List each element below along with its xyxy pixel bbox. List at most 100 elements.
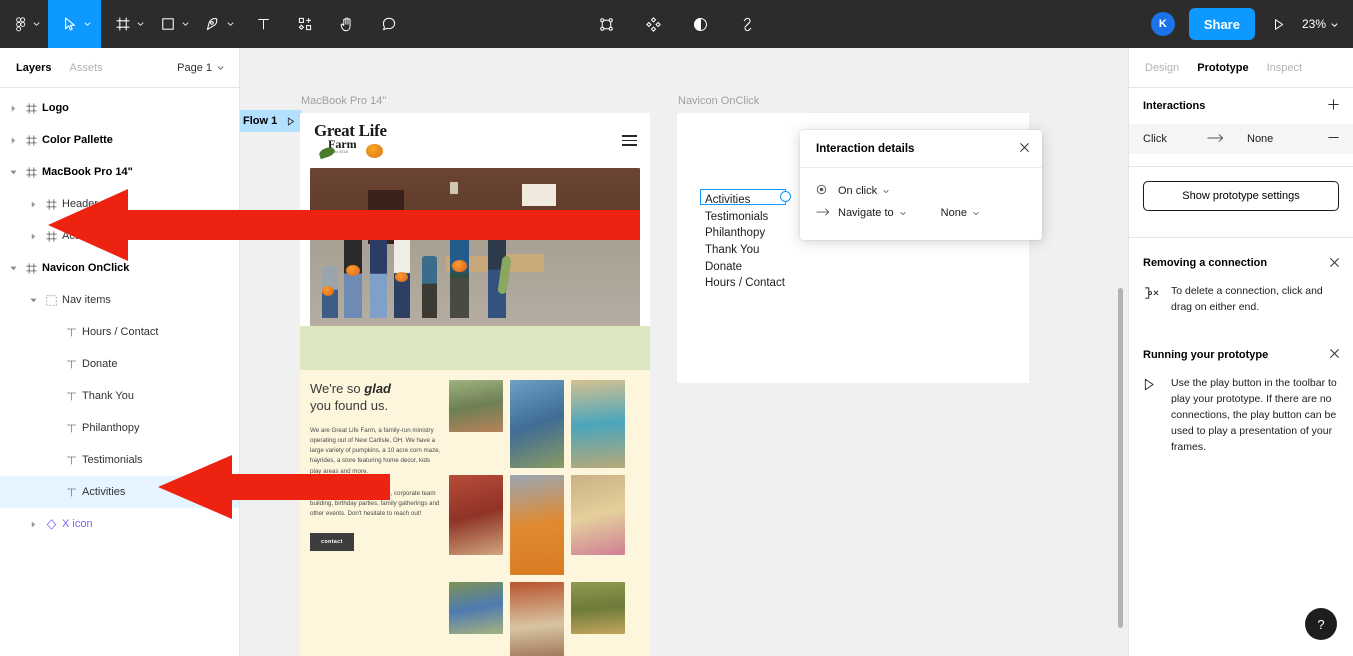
interaction-target[interactable]: None [1247,133,1327,145]
frame-icon [20,102,42,114]
tip-text: Use the play button in the toolbar to pl… [1171,376,1337,453]
contact-button[interactable]: contact [310,532,354,551]
canvas-vertical-scrollbar[interactable] [1118,288,1123,628]
chevron-down-icon[interactable] [32,15,42,33]
layer-row-hours-contact[interactable]: Hours / Contact [0,316,239,348]
popup-action-selector[interactable]: Navigate to [838,207,907,219]
layer-row-activities[interactable]: Activities [0,476,239,508]
figma-menu-icon[interactable] [10,0,31,48]
resources-tool-icon[interactable] [291,0,319,48]
frame-tool-icon[interactable] [111,0,135,48]
toolbar-frame-tool[interactable] [111,0,146,48]
canvas[interactable]: Flow 1 MacBook Pro 14" Navicon OnClick G… [240,48,1128,656]
photo-thumbnail [510,582,564,656]
layer-row-color-pallette[interactable]: Color Pallette [0,124,239,156]
tab-assets[interactable]: Assets [69,62,102,74]
tab-inspect[interactable]: Inspect [1267,62,1302,74]
nav-item-activities[interactable]: Activities [705,192,785,209]
tab-design[interactable]: Design [1145,62,1179,74]
nav-item-donate[interactable]: Donate [705,259,785,276]
tab-prototype[interactable]: Prototype [1197,62,1248,74]
photo-thumbnail [449,380,503,432]
layer-row-x-icon[interactable]: X icon [0,508,239,540]
flow-badge[interactable]: Flow 1 [240,110,303,132]
minus-icon[interactable] [1327,131,1340,147]
layer-row-header[interactable]: Header [0,188,239,220]
disclosure-triangle[interactable] [6,265,20,272]
help-button[interactable]: ? [1305,608,1337,640]
zoom-level-selector[interactable]: 23% [1302,17,1339,31]
chevron-down-icon[interactable] [136,15,146,33]
selection-bounds-icon[interactable] [596,0,617,48]
close-icon[interactable] [1329,257,1340,270]
nav-item-testimonials[interactable]: Testimonials [705,209,785,226]
layer-row-donate[interactable]: Donate [0,348,239,380]
interaction-row[interactable]: Click None [1129,124,1353,154]
components-icon[interactable] [643,0,664,48]
disclosure-triangle[interactable] [6,169,20,176]
interaction-details-popup[interactable]: Interaction details On click Navigate to… [800,130,1042,240]
page-selector[interactable]: Page 1 [177,62,225,74]
layer-row-logo[interactable]: Logo [0,92,239,124]
hamburger-menu-icon[interactable] [622,133,637,148]
popup-trigger-selector[interactable]: On click [838,185,890,197]
show-prototype-settings-button[interactable]: Show prototype settings [1143,181,1339,211]
layer-row-testimonials[interactable]: Testimonials [0,444,239,476]
square-tool-icon[interactable] [156,0,180,48]
plus-icon[interactable] [1327,98,1340,114]
nav-item-hours-contact[interactable]: Hours / Contact [705,275,785,292]
avatar[interactable]: K [1150,12,1175,36]
disclosure-triangle[interactable] [26,232,40,240]
layer-row-thank-you[interactable]: Thank You [0,380,239,412]
chevron-down-icon[interactable] [83,15,93,33]
right-panel-tabs: Design Prototype Inspect [1129,48,1353,88]
layer-row-macbook-pro-14[interactable]: MacBook Pro 14" [0,156,239,188]
layer-row-philanthopy[interactable]: Philanthopy [0,412,239,444]
toolbar-pen-tool[interactable] [201,0,236,48]
close-icon[interactable] [1329,348,1340,361]
layer-row-nav-items[interactable]: Nav items [0,284,239,316]
toolbar-shape-tool[interactable] [156,0,191,48]
frame-macbook-pro-14[interactable]: Great Life Farm Est 2018 We're so glad y… [300,113,650,656]
link-icon[interactable] [737,0,758,48]
component-icon [40,518,62,530]
interaction-trigger[interactable]: Click [1143,133,1207,145]
logo-pumpkin-icon [366,143,383,158]
close-icon[interactable] [1019,142,1030,155]
contrast-icon[interactable] [690,0,711,48]
frame-label-macbook[interactable]: MacBook Pro 14" [301,95,386,107]
disclosure-triangle[interactable] [6,104,20,112]
nav-item-thank-you[interactable]: Thank You [705,242,785,259]
popup-destination-selector[interactable]: None [941,207,980,219]
text-tool-icon[interactable] [250,0,277,48]
pen-tool-icon[interactable] [201,0,225,48]
prototype-connection-handle[interactable] [780,191,791,202]
toolbar-figma-menu[interactable] [0,0,42,48]
photo-thumbnail [571,380,625,468]
hand-tool-icon[interactable] [333,0,361,48]
site-header: Great Life Farm Est 2018 [300,113,650,168]
layer-label: Header [62,198,99,210]
present-play-icon[interactable] [1269,0,1288,48]
layer-row-navicon-onclick[interactable]: Navicon OnClick [0,252,239,284]
move-tool-icon[interactable] [58,0,82,48]
popup-action-row[interactable]: Navigate to None [816,202,1026,224]
disclosure-triangle[interactable] [6,136,20,144]
toolbar-move-tool[interactable] [48,0,101,48]
tab-layers[interactable]: Layers [16,62,51,74]
site-logo[interactable]: Great Life Farm Est 2018 [314,122,424,160]
disclosure-triangle[interactable] [26,297,40,304]
comment-tool-icon[interactable] [375,0,403,48]
about-section: We're so glad you found us. We are Great… [300,370,650,656]
chevron-down-icon[interactable] [226,15,236,33]
disclosure-triangle[interactable] [26,200,40,208]
frame-label-navicon[interactable]: Navicon OnClick [678,95,759,107]
disclosure-triangle[interactable] [26,520,40,528]
nav-item-philanthopy[interactable]: Philanthopy [705,225,785,242]
share-button[interactable]: Share [1188,8,1255,40]
popup-trigger-row[interactable]: On click [816,180,1026,202]
layer-row-activities[interactable]: Activities [0,220,239,252]
chevron-down-icon [883,189,889,194]
layer-label: Donate [82,358,118,370]
chevron-down-icon[interactable] [181,15,191,33]
